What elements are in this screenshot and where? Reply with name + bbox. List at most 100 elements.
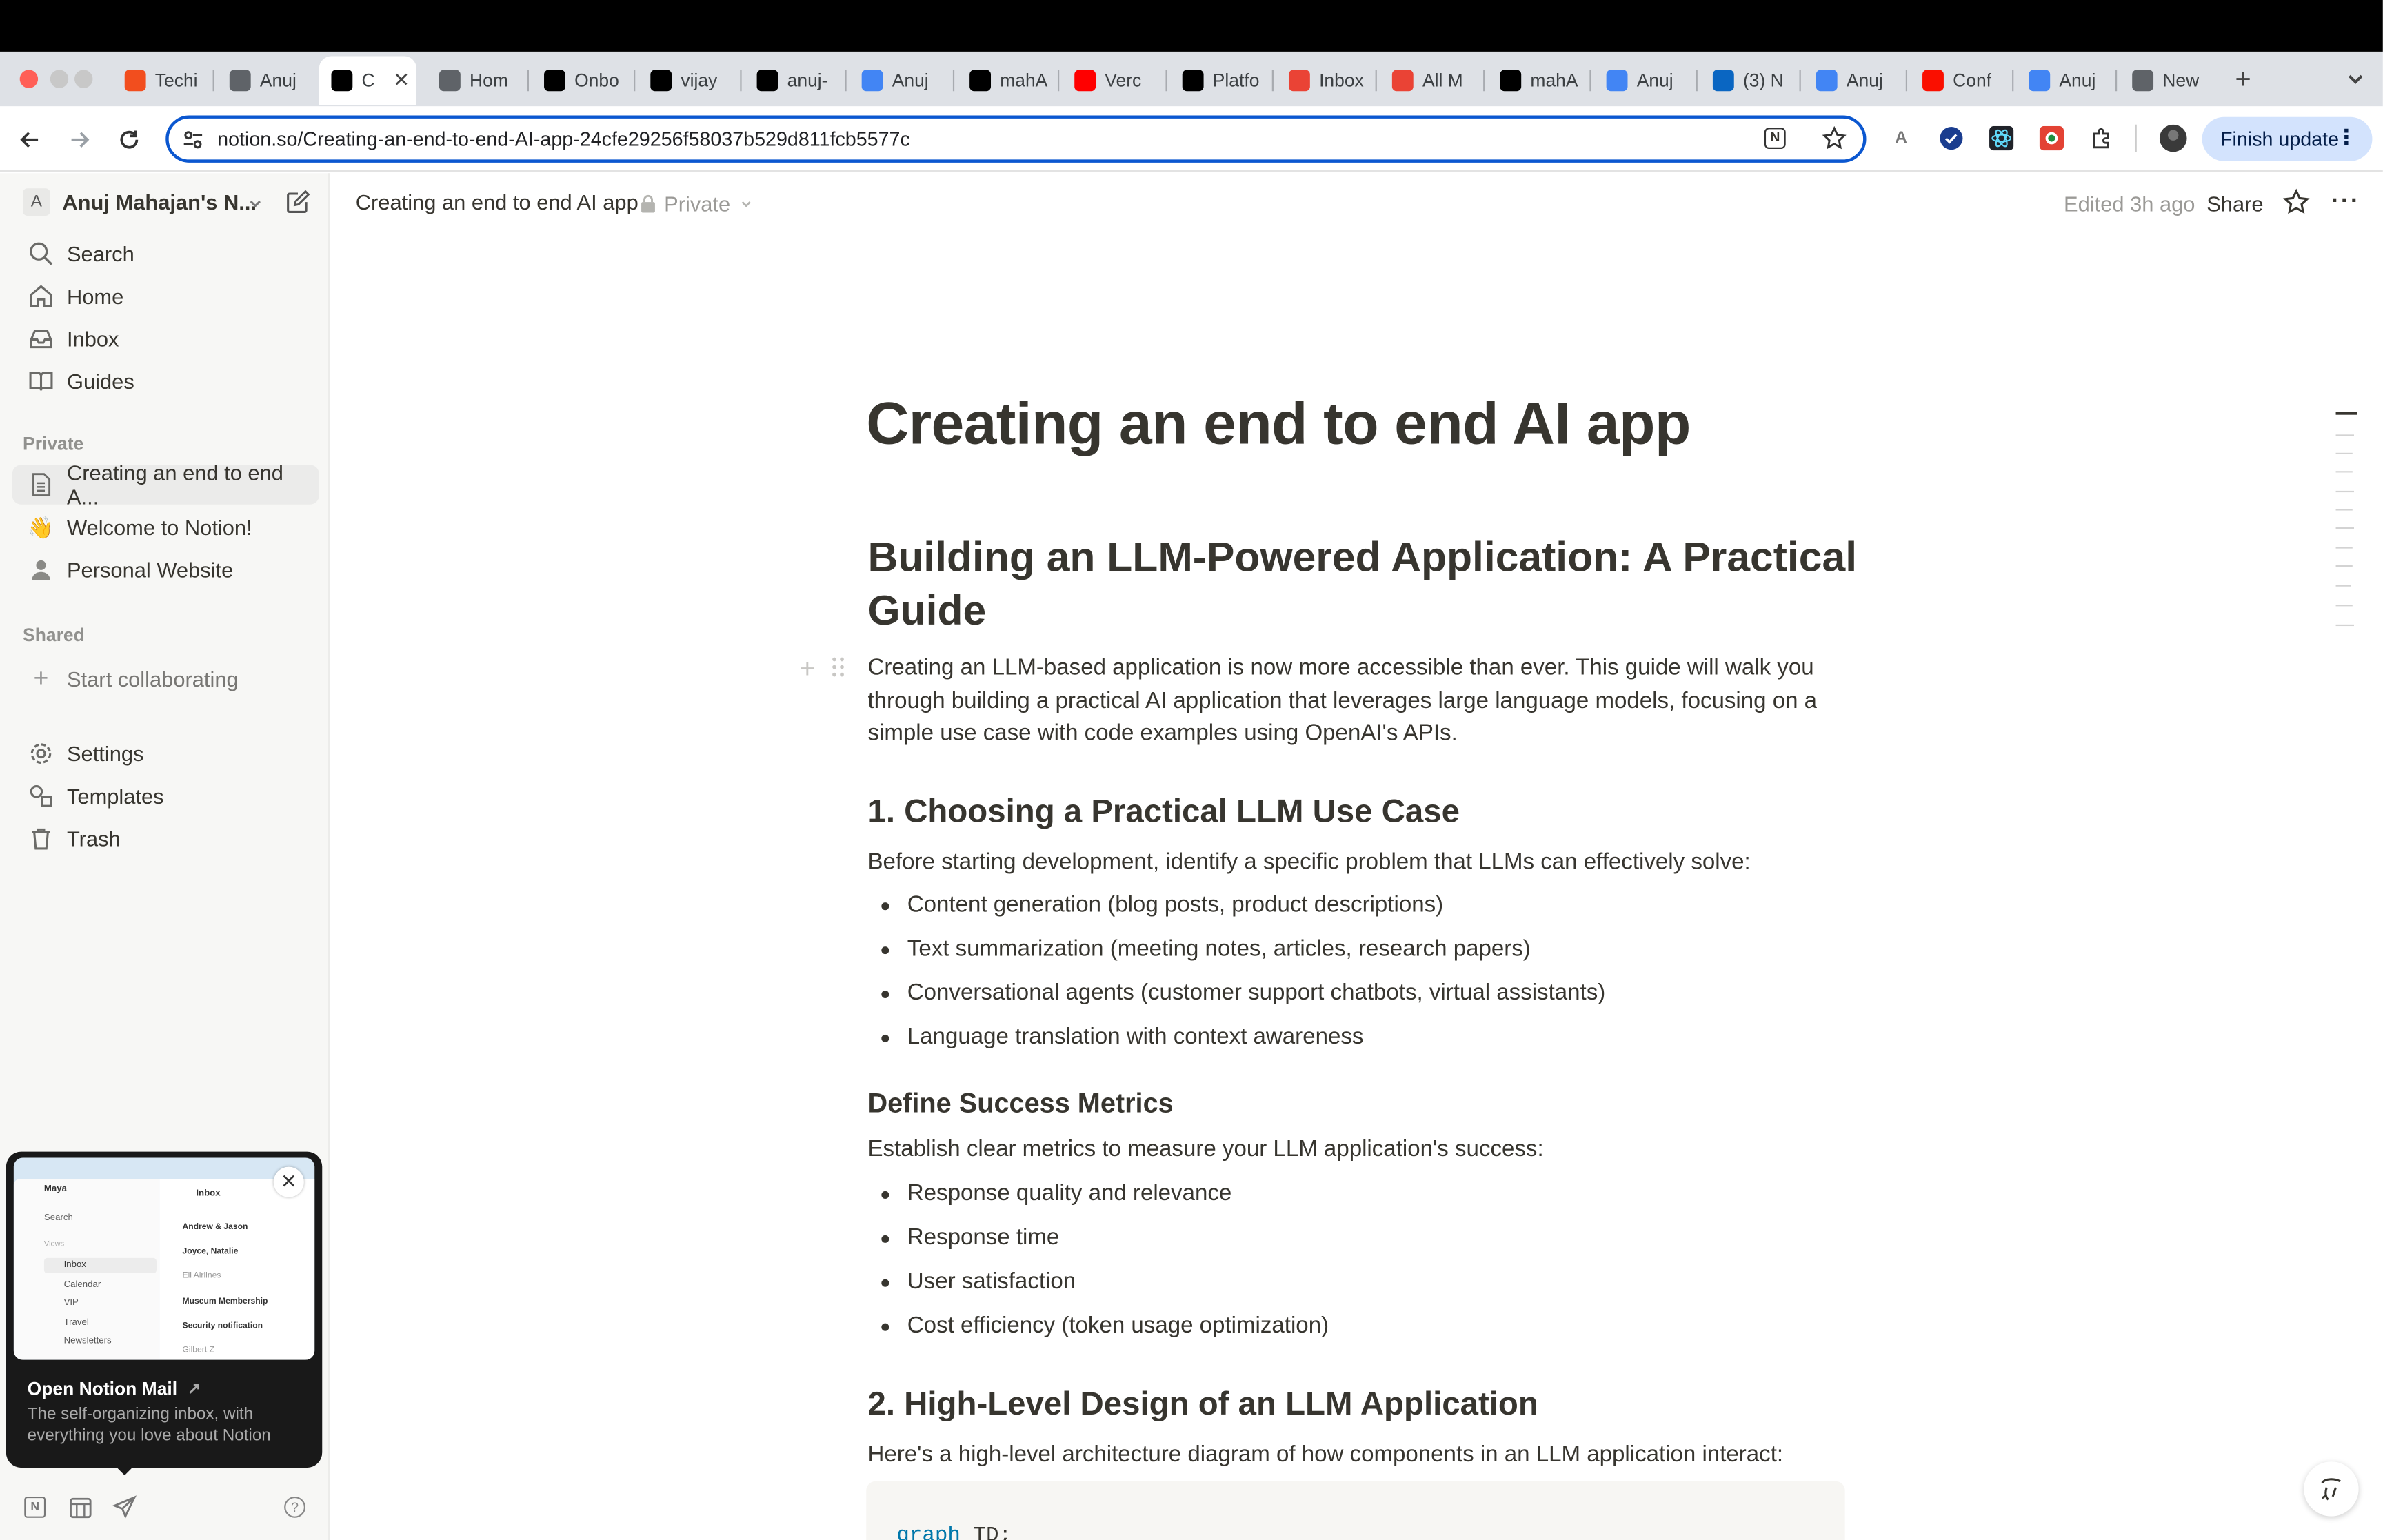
drag-handle-icon[interactable] xyxy=(832,656,847,678)
sidebar-item-trash[interactable]: Trash xyxy=(12,819,319,858)
profile-avatar[interactable] xyxy=(2159,124,2187,152)
new-tab-button[interactable]: + xyxy=(2229,64,2257,94)
browser-tab[interactable]: Anuj xyxy=(2017,58,2114,103)
list-item[interactable]: Content generation (blog posts, product … xyxy=(907,892,1443,918)
sidebar-item-search[interactable]: Search xyxy=(12,234,319,273)
list-item[interactable]: Text summarization (meeting notes, artic… xyxy=(907,936,1531,962)
privacy-button[interactable]: Private xyxy=(640,192,753,216)
reload-icon[interactable] xyxy=(112,123,145,156)
heading-main[interactable]: Building an LLM-Powered Application: A P… xyxy=(867,530,1857,636)
toc-line[interactable] xyxy=(2335,605,2353,607)
browser-tab[interactable]: mahA xyxy=(1488,58,1585,103)
section-2-heading[interactable]: 2. High-Level Design of an LLM Applicati… xyxy=(867,1386,1538,1424)
toc-line[interactable] xyxy=(2335,412,2357,415)
browser-tab[interactable]: anuj- xyxy=(745,58,842,103)
sidebar-page-creating-ai-app[interactable]: Creating an end to end A... xyxy=(12,460,319,509)
add-block-plus-icon[interactable]: + xyxy=(799,654,815,685)
extension-react-icon[interactable] xyxy=(1988,125,2015,152)
toc-line[interactable] xyxy=(2335,490,2354,493)
browser-tab[interactable]: Inbox xyxy=(1276,58,1374,103)
site-settings-icon[interactable] xyxy=(181,128,205,152)
close-icon[interactable]: ✕ xyxy=(273,1166,304,1197)
toc-line[interactable] xyxy=(2335,452,2353,454)
sidebar-item-settings[interactable]: Settings xyxy=(12,734,319,773)
browser-tab[interactable]: Platfo xyxy=(1170,58,1267,103)
list-item[interactable]: Response time xyxy=(907,1224,1060,1250)
intro-paragraph[interactable]: Creating an LLM-based application is now… xyxy=(867,652,1817,751)
home-icon xyxy=(439,70,461,92)
browser-tab[interactable]: (3) N xyxy=(1700,58,1798,103)
toc-line[interactable] xyxy=(2335,565,2353,567)
browser-tab[interactable]: vijay xyxy=(639,58,736,103)
back-arrow-icon[interactable] xyxy=(14,123,47,156)
sidebar-item-inbox[interactable]: Inbox xyxy=(12,319,319,358)
section-2-paragraph[interactable]: Here's a high-level architecture diagram… xyxy=(867,1439,1783,1472)
list-item[interactable]: Conversational agents (customer support … xyxy=(907,980,1605,1006)
extension-check-icon[interactable] xyxy=(1938,125,1965,152)
code-block[interactable]: graph TD; xyxy=(866,1481,1845,1540)
browser-tab[interactable]: Anuj xyxy=(1594,58,1691,103)
finish-update-button[interactable]: Finish update ⋮ xyxy=(2202,116,2373,161)
list-item[interactable]: Cost efficiency (token usage optimizatio… xyxy=(907,1313,1329,1338)
start-collaborating-button[interactable]: + Start collaborating xyxy=(12,660,319,699)
forward-arrow-icon[interactable] xyxy=(62,123,95,156)
browser-tab[interactable]: New xyxy=(2120,58,2218,103)
browser-tab[interactable]: mahA xyxy=(958,58,1055,103)
send-icon[interactable] xyxy=(112,1495,137,1519)
extensions-puzzle-icon[interactable] xyxy=(2088,125,2115,152)
notion-ai-button[interactable] xyxy=(2304,1461,2359,1517)
metrics-paragraph[interactable]: Establish clear metrics to measure your … xyxy=(867,1133,1543,1166)
close-window-button[interactable] xyxy=(19,70,39,88)
browser-tab[interactable]: C ✕ xyxy=(319,56,416,105)
browser-tab[interactable]: All M xyxy=(1380,58,1477,103)
metrics-heading[interactable]: Define Success Metrics xyxy=(867,1088,1173,1119)
sidebar-page-welcome[interactable]: 👋 Welcome to Notion! xyxy=(12,507,319,547)
page-title[interactable]: Creating an end to end AI app xyxy=(866,392,1691,459)
new-page-icon[interactable] xyxy=(284,190,310,216)
browser-tab[interactable]: Onbo xyxy=(532,58,629,103)
notion-app-icon[interactable]: N xyxy=(1764,128,1786,149)
toc-line[interactable] xyxy=(2335,527,2354,529)
help-icon[interactable]: ? xyxy=(284,1496,306,1518)
notion-icon[interactable]: N xyxy=(24,1496,46,1518)
toc-line[interactable] xyxy=(2335,509,2353,511)
extension-record-icon[interactable] xyxy=(2038,125,2066,152)
more-vert-icon[interactable]: ⋮ xyxy=(2336,126,2357,148)
calendar-icon[interactable] xyxy=(68,1495,92,1519)
chevron-down-icon[interactable] xyxy=(246,194,264,212)
share-button[interactable]: Share xyxy=(2206,192,2263,216)
browser-tab[interactable]: Verc xyxy=(1063,58,1160,103)
toc-line[interactable] xyxy=(2335,547,2353,549)
sidebar-item-home[interactable]: Home xyxy=(12,276,319,316)
toc-line[interactable] xyxy=(2335,624,2354,627)
list-item[interactable]: Language translation with context awaren… xyxy=(907,1024,1364,1049)
browser-tab[interactable]: Anuj xyxy=(849,58,947,103)
list-item[interactable]: User satisfaction xyxy=(907,1268,1076,1294)
list-item[interactable]: Response quality and relevance xyxy=(907,1181,1232,1206)
favorite-star-icon[interactable] xyxy=(2282,188,2310,216)
section-1-heading[interactable]: 1. Choosing a Practical LLM Use Case xyxy=(867,793,1459,831)
bookmark-star-icon[interactable] xyxy=(1822,125,1847,150)
maximize-window-button[interactable] xyxy=(74,70,93,88)
sidebar-page-personal-website[interactable]: Personal Website xyxy=(12,550,319,589)
breadcrumb[interactable]: Creating an end to end AI app xyxy=(356,190,639,214)
extension-a-icon[interactable]: A xyxy=(1887,125,1915,152)
close-tab-icon[interactable]: ✕ xyxy=(393,68,410,92)
more-options-icon[interactable]: ··· xyxy=(2331,188,2360,216)
sidebar-item-templates[interactable]: Templates xyxy=(12,776,319,815)
toc-line[interactable] xyxy=(2335,434,2354,436)
address-bar[interactable]: notion.so/Creating-an-end-to-end-AI-app-… xyxy=(165,115,1867,163)
browser-tab[interactable]: Anuj xyxy=(1804,58,1901,103)
workspace-name[interactable]: Anuj Mahajan's N... xyxy=(62,190,257,214)
toc-line[interactable] xyxy=(2335,585,2351,587)
sidebar-item-guides[interactable]: Guides xyxy=(12,362,319,401)
minimize-window-button[interactable] xyxy=(50,70,69,88)
browser-tab[interactable]: Anuj xyxy=(217,58,312,103)
browser-tab[interactable]: Techi xyxy=(112,58,210,103)
section-1-paragraph[interactable]: Before starting development, identify a … xyxy=(867,847,1750,880)
toc-line[interactable] xyxy=(2335,471,2353,473)
tab-search-chevron-icon[interactable] xyxy=(2344,67,2368,91)
popup-title[interactable]: Open Notion Mail ↗ xyxy=(28,1378,201,1399)
browser-tab[interactable]: Hom xyxy=(427,58,524,103)
browser-tab[interactable]: Conf xyxy=(1910,58,2007,103)
